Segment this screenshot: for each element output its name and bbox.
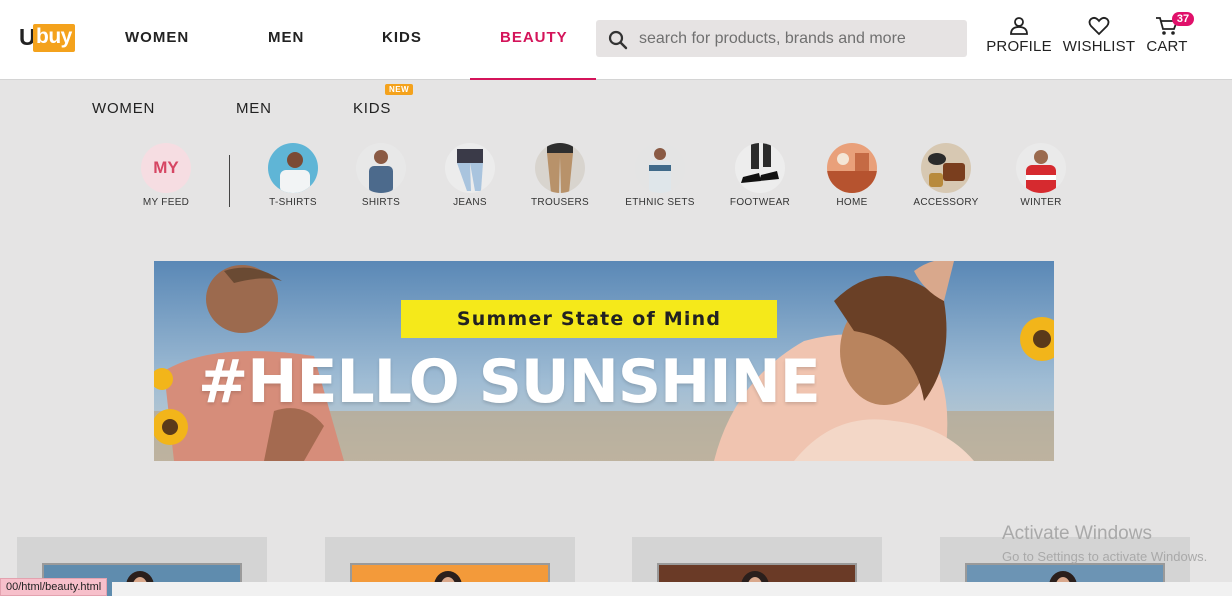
subnav-kids[interactable]: KIDS [353, 100, 391, 117]
category-accessory[interactable]: ACCESSORY [901, 143, 991, 208]
category-label: ETHNIC SETS [625, 197, 695, 208]
cart-count-badge: 37 [1172, 12, 1194, 26]
category-footwear[interactable]: FOOTWEAR [715, 143, 805, 208]
jeans-thumb-icon [445, 143, 495, 193]
nav-men[interactable]: MEN [268, 29, 304, 46]
search-bar [596, 20, 967, 57]
my-feed-circle: MY [141, 143, 191, 193]
ethnic-thumb-icon [635, 143, 685, 193]
category-label: MY FEED [142, 197, 190, 208]
active-nav-indicator [470, 78, 596, 80]
watermark-title: Activate Windows [1002, 523, 1152, 544]
nav-beauty[interactable]: BEAUTY [500, 29, 568, 46]
nav-kids[interactable]: KIDS [382, 29, 422, 46]
category-label: JEANS [453, 197, 487, 208]
category-label: SHIRTS [361, 197, 401, 208]
category-jeans[interactable]: JEANS [425, 143, 515, 208]
category-home[interactable]: HOME [807, 143, 897, 208]
windows-activation-watermark: Activate Windows Go to Settings to activ… [1002, 523, 1207, 564]
cart-label: CART [1146, 38, 1188, 55]
horizontal-scrollbar[interactable] [112, 582, 1232, 596]
heart-icon [1088, 16, 1110, 36]
wishlist-button[interactable]: WISHLIST [1062, 16, 1136, 55]
tshirt-thumb-icon [268, 143, 318, 193]
hero-banner[interactable]: Summer State of Mind #HELLO SUNSHINE [154, 261, 1054, 461]
shirt-thumb-icon [356, 143, 406, 193]
watermark-subtitle: Go to Settings to activate Windows. [1002, 549, 1208, 564]
banner-headline: #HELLO SUNSHINE [198, 347, 821, 417]
accessory-thumb-icon [921, 143, 971, 193]
profile-label: PROFILE [986, 38, 1052, 55]
logo-box: buy [33, 24, 75, 52]
category-label: FOOTWEAR [729, 197, 791, 208]
wishlist-label: WISHLIST [1062, 38, 1136, 55]
nav-women[interactable]: WOMEN [125, 29, 189, 46]
subnav-women[interactable]: WOMEN [92, 100, 155, 117]
category-winter[interactable]: WINTER [996, 143, 1086, 208]
status-bar-url: 00/html/beauty.html [0, 578, 108, 596]
ubuy-logo[interactable]: U buy [19, 22, 75, 56]
category-label: TROUSERS [531, 197, 589, 208]
category-shirts[interactable]: SHIRTS [336, 143, 426, 208]
home-thumb-icon [827, 143, 877, 193]
category-label: ACCESSORY [913, 197, 979, 208]
top-header: U buy WOMEN MEN KIDS BEAUTY PROFILE WISH… [0, 0, 1232, 80]
trousers-thumb-icon [535, 143, 585, 193]
winter-thumb-icon [1016, 143, 1066, 193]
search-input[interactable] [639, 20, 959, 57]
profile-button[interactable]: PROFILE [986, 16, 1052, 55]
profile-icon [1010, 17, 1028, 35]
category-trousers[interactable]: TROUSERS [515, 143, 605, 208]
banner-tagline: Summer State of Mind [401, 300, 777, 338]
subnav-men[interactable]: MEN [236, 100, 272, 117]
new-badge: NEW [385, 84, 414, 95]
search-icon[interactable] [608, 30, 628, 50]
category-divider [229, 155, 230, 207]
category-my-feed[interactable]: MY MY FEED [121, 143, 211, 208]
category-label: HOME [836, 197, 868, 208]
category-tshirts[interactable]: T-SHIRTS [248, 143, 338, 208]
category-ethnic-sets[interactable]: ETHNIC SETS [615, 143, 705, 208]
logo-box-text: buy [36, 25, 72, 48]
category-label: WINTER [1020, 197, 1062, 208]
footwear-thumb-icon [735, 143, 785, 193]
category-label: T-SHIRTS [269, 197, 317, 208]
